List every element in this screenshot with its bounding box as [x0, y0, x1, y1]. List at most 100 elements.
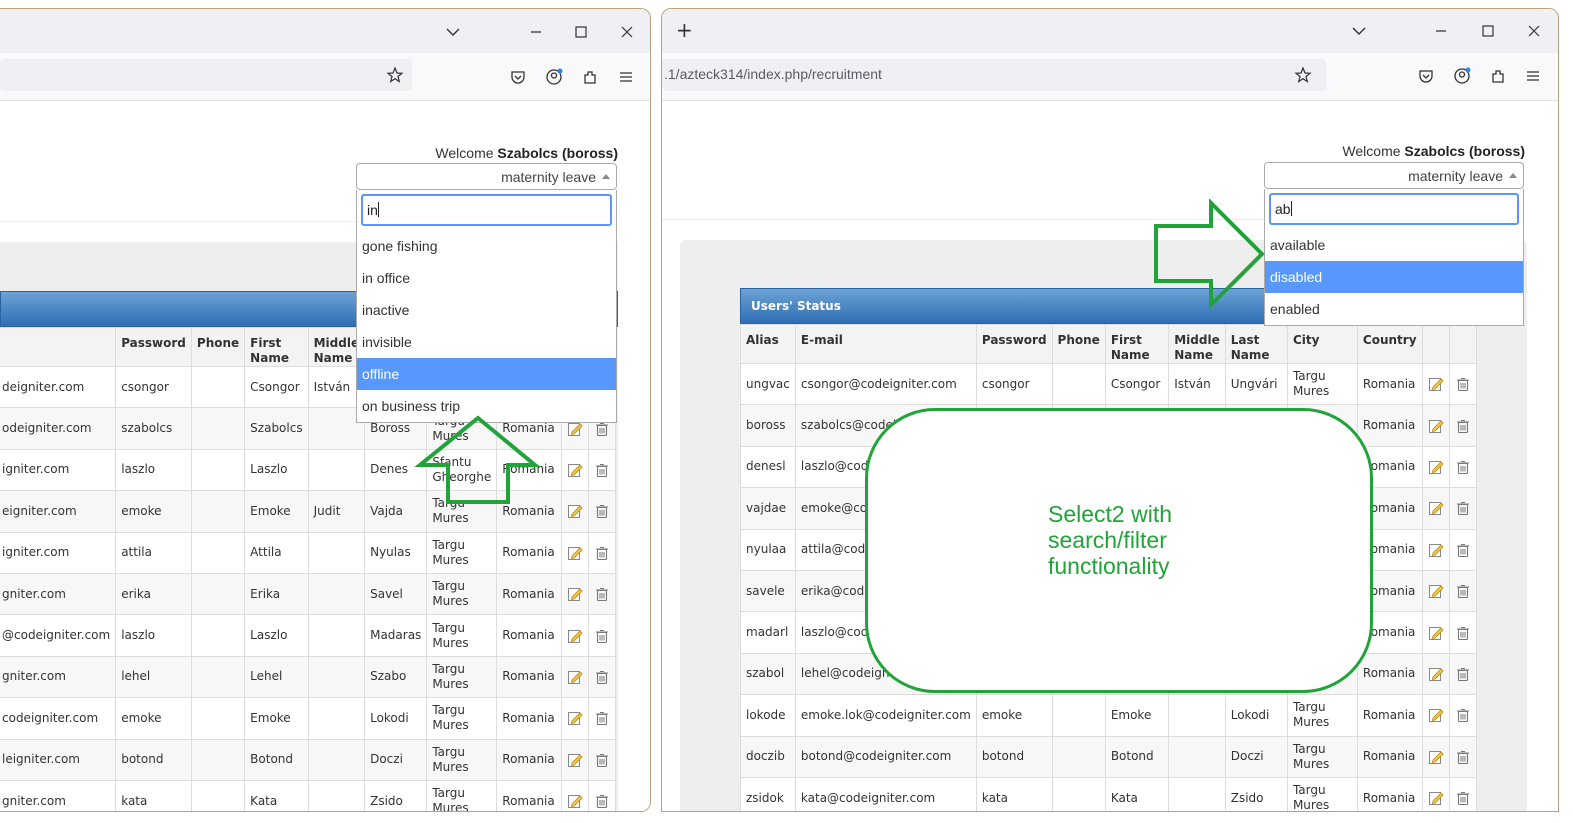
edit-icon[interactable]: [1428, 666, 1444, 682]
column-header-city[interactable]: City: [1286, 324, 1358, 364]
column-header-alias[interactable]: Alias: [740, 324, 796, 364]
dropdown-option[interactable]: gone fishing: [357, 230, 616, 262]
column-header-phone[interactable]: Phone: [190, 327, 246, 367]
dropdown-option[interactable]: invisible: [357, 326, 616, 358]
edit-icon[interactable]: [567, 503, 583, 519]
dropdown-option[interactable]: inactive: [357, 294, 616, 326]
column-header-first-name[interactable]: First Name: [244, 327, 309, 367]
edit-icon[interactable]: [567, 628, 583, 644]
trash-icon[interactable]: [594, 462, 610, 478]
status-select[interactable]: maternity leave: [356, 163, 617, 190]
edit-icon[interactable]: [567, 586, 583, 602]
status-select[interactable]: maternity leave: [1264, 162, 1524, 189]
edit-icon[interactable]: [567, 669, 583, 685]
table-cell: [1168, 735, 1226, 778]
trash-icon[interactable]: [1455, 542, 1471, 558]
table-cell: Targu Mures: [1286, 694, 1358, 737]
bookmark-star-icon[interactable]: [1294, 66, 1312, 84]
edit-icon[interactable]: [567, 710, 583, 726]
edit-icon[interactable]: [1428, 500, 1444, 516]
edit-icon[interactable]: [1428, 707, 1444, 723]
table-cell: Lehel: [244, 655, 309, 699]
list-all-tabs-icon[interactable]: [1350, 22, 1368, 40]
maximize-icon[interactable]: [572, 23, 590, 41]
pocket-icon[interactable]: [509, 68, 527, 86]
dropdown-option[interactable]: offline: [357, 358, 616, 390]
trash-icon[interactable]: [1455, 583, 1471, 599]
trash-icon[interactable]: [594, 586, 610, 602]
table-row: gniter.com erika Erika Savel Targu Mures Roma…: [0, 572, 616, 616]
table-cell: Romania: [496, 531, 562, 574]
extensions-icon[interactable]: [1489, 67, 1507, 85]
menu-icon[interactable]: [1524, 67, 1542, 85]
table-cell: leigniter.com: [0, 738, 117, 781]
account-icon[interactable]: [1453, 67, 1471, 85]
table-cell: [1051, 776, 1106, 811]
edit-cell: [1421, 611, 1450, 654]
trash-icon[interactable]: [1455, 749, 1471, 765]
column-header-phone[interactable]: Phone: [1051, 324, 1106, 364]
trash-icon[interactable]: [1455, 707, 1471, 723]
url-bar[interactable]: [0, 59, 412, 91]
edit-icon[interactable]: [1428, 583, 1444, 599]
edit-icon[interactable]: [1428, 459, 1444, 475]
up-arrow-annotation: [414, 415, 541, 504]
edit-icon[interactable]: [567, 752, 583, 768]
minimize-icon[interactable]: [1432, 22, 1450, 40]
trash-icon[interactable]: [1455, 500, 1471, 516]
edit-icon[interactable]: [567, 793, 583, 809]
column-header-last-name[interactable]: Last Name: [1224, 324, 1288, 364]
delete-cell: [1448, 652, 1477, 696]
trash-icon[interactable]: [594, 545, 610, 561]
trash-icon[interactable]: [1455, 790, 1471, 806]
trash-icon[interactable]: [1455, 625, 1471, 641]
maximize-icon[interactable]: [1479, 22, 1497, 40]
dropdown-search-input[interactable]: ab: [1269, 193, 1519, 225]
close-icon[interactable]: [618, 23, 636, 41]
column-header-country[interactable]: Country: [1356, 324, 1423, 364]
url-bar[interactable]: .1/azteck314/index.php/recruitment: [662, 59, 1326, 91]
delete-cell: [587, 697, 616, 740]
edit-icon[interactable]: [1428, 790, 1444, 806]
menu-icon[interactable]: [617, 68, 635, 86]
trash-icon[interactable]: [1455, 666, 1471, 682]
column-header-middle-name[interactable]: Middle Name: [1168, 324, 1226, 364]
dropdown-search-input[interactable]: in: [361, 194, 612, 226]
account-icon[interactable]: [545, 68, 563, 86]
edit-icon[interactable]: [1428, 625, 1444, 641]
dropdown-option[interactable]: disabled: [1265, 261, 1523, 293]
dropdown-option[interactable]: enabled: [1265, 293, 1523, 325]
edit-cell: [1421, 735, 1450, 778]
table-cell: [190, 655, 246, 699]
column-header-password[interactable]: Password: [975, 324, 1053, 364]
edit-icon[interactable]: [1428, 376, 1444, 392]
table-cell: botond: [975, 735, 1053, 778]
edit-icon[interactable]: [567, 462, 583, 478]
trash-icon[interactable]: [594, 503, 610, 519]
trash-icon[interactable]: [594, 628, 610, 644]
trash-icon[interactable]: [1455, 376, 1471, 392]
bookmark-star-icon[interactable]: [386, 66, 404, 84]
trash-icon[interactable]: [594, 669, 610, 685]
minimize-icon[interactable]: [527, 23, 545, 41]
trash-icon[interactable]: [594, 752, 610, 768]
edit-icon[interactable]: [1428, 749, 1444, 765]
edit-cell: [1421, 528, 1450, 571]
column-header-password[interactable]: Password: [115, 327, 192, 367]
close-icon[interactable]: [1525, 22, 1543, 40]
trash-icon[interactable]: [1455, 418, 1471, 434]
dropdown-option[interactable]: in office: [357, 262, 616, 294]
edit-icon[interactable]: [1428, 542, 1444, 558]
trash-icon[interactable]: [594, 793, 610, 809]
column-header-first-name[interactable]: First Name: [1104, 324, 1170, 364]
dropdown-option[interactable]: available: [1265, 229, 1523, 261]
pocket-icon[interactable]: [1417, 67, 1435, 85]
column-header-e-mail[interactable]: E-mail: [794, 324, 977, 364]
extensions-icon[interactable]: [581, 68, 599, 86]
edit-icon[interactable]: [567, 545, 583, 561]
edit-icon[interactable]: [1428, 418, 1444, 434]
trash-icon[interactable]: [1455, 459, 1471, 475]
trash-icon[interactable]: [594, 710, 610, 726]
new-tab-button[interactable]: +: [676, 18, 693, 42]
list-all-tabs-icon[interactable]: [444, 23, 462, 41]
